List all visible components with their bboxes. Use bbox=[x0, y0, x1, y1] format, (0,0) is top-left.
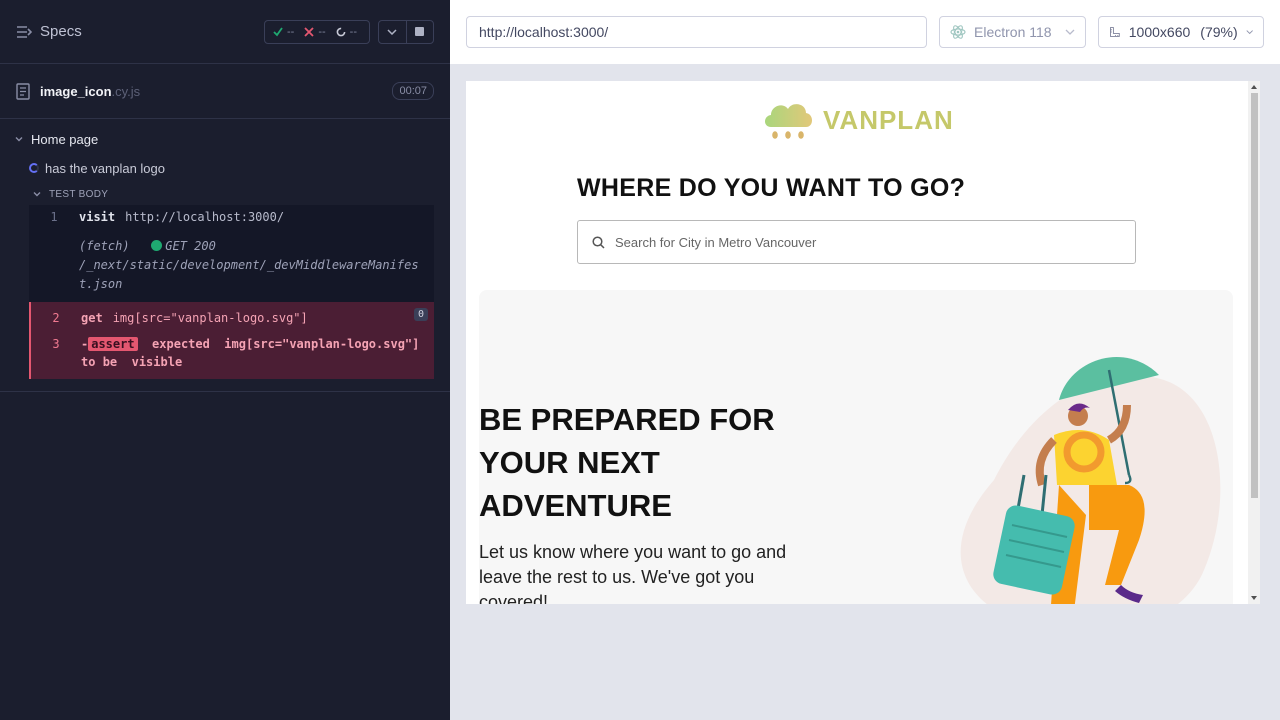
test-body-label: TEST BODY bbox=[49, 188, 109, 200]
spec-file-ext: .cy.js bbox=[111, 83, 141, 99]
check-icon bbox=[273, 26, 283, 36]
status-dot-icon bbox=[151, 240, 163, 251]
chevron-down-icon bbox=[1246, 30, 1253, 35]
suite-title: Home page bbox=[31, 131, 99, 147]
run-duration: 00:07 bbox=[392, 82, 434, 100]
command-row-assert-failed[interactable]: 3 - assert expected img[src="vanplan-logo… bbox=[29, 330, 434, 379]
x-icon bbox=[304, 26, 314, 37]
chevron-down-icon bbox=[33, 192, 41, 197]
scroll-down-arrow-icon[interactable] bbox=[1251, 596, 1257, 600]
command-number: 2 bbox=[52, 311, 60, 325]
assert-badge: assert bbox=[88, 337, 138, 351]
stop-icon bbox=[415, 27, 425, 36]
destination-heading: WHERE DO YOU WANT TO GO? bbox=[577, 174, 966, 202]
command-row-failed[interactable]: 2 get img[src="vanplan-logo.svg"] 0 bbox=[29, 302, 434, 330]
ruler-icon bbox=[1110, 27, 1120, 37]
viewport-size: 1000x660 bbox=[1128, 24, 1191, 40]
failed-count: -- bbox=[318, 25, 326, 38]
page-scrollbar[interactable] bbox=[1248, 81, 1260, 604]
pending-stat: -- bbox=[336, 26, 357, 38]
hero-title: BE PREPARED FOR YOUR NEXT ADVENTURE bbox=[479, 402, 775, 523]
passed-stat: -- bbox=[273, 26, 294, 38]
command-arg: img[src="vanplan-logo.svg"] bbox=[112, 311, 308, 325]
test-body-toggle[interactable]: TEST BODY bbox=[0, 183, 450, 205]
assert-selector: img[src="vanplan-logo.svg"] bbox=[224, 337, 420, 351]
test-row[interactable]: has the vanplan logo bbox=[0, 153, 450, 183]
document-icon bbox=[16, 82, 30, 100]
fetch-method-status: GET 200 bbox=[165, 239, 216, 253]
stats-bar: -- -- -- bbox=[264, 19, 434, 44]
command-number: 1 bbox=[50, 210, 58, 224]
fetch-label: (fetch) bbox=[79, 239, 130, 253]
spec-file-row: image_icon .cy.js 00:07 bbox=[0, 64, 450, 119]
stop-button[interactable] bbox=[407, 21, 434, 43]
viewport-selector[interactable]: 1000x660 (79%) bbox=[1098, 16, 1264, 48]
app-iframe[interactable]: VANPLAN WHERE DO YOU WANT TO GO? Search … bbox=[466, 81, 1260, 604]
failed-stat: -- bbox=[304, 25, 326, 38]
running-spinner-icon bbox=[29, 163, 39, 173]
command-row[interactable]: 1 visit http://localhost:3000/ bbox=[29, 205, 434, 229]
viewport-zoom: (79%) bbox=[1200, 24, 1238, 40]
auto-scroll-button[interactable] bbox=[379, 20, 407, 43]
divider bbox=[0, 391, 450, 392]
command-name: get bbox=[81, 311, 103, 325]
command-log-panel: Specs -- -- -- image_icon .cy.js 00:07 H… bbox=[0, 0, 450, 720]
app-under-test-panel: http://localhost:3000/ Electron 118 1000… bbox=[450, 0, 1280, 720]
chevron-down-icon bbox=[15, 137, 23, 142]
specs-title[interactable]: Specs bbox=[40, 23, 82, 40]
rain-cloud-logo-icon bbox=[765, 104, 812, 139]
assert-be: be bbox=[102, 355, 118, 369]
search-icon bbox=[592, 235, 605, 249]
hero-subtitle: Let us know where you want to go and lea… bbox=[479, 542, 787, 604]
fetch-path: /_next/static/development/_devMiddleware… bbox=[79, 258, 419, 291]
runner-controls bbox=[378, 19, 434, 44]
passed-count: -- bbox=[287, 25, 295, 38]
hero-card: BE PREPARED FOR YOUR NEXT ADVENTURE Let … bbox=[479, 290, 1233, 604]
assert-visible: visible bbox=[131, 355, 183, 369]
test-stats: -- -- -- bbox=[264, 19, 370, 44]
assert-to: to bbox=[81, 355, 96, 369]
specs-header: Specs -- -- -- bbox=[0, 0, 450, 64]
search-placeholder: Search for City in Metro Vancouver bbox=[615, 234, 817, 250]
command-number: 3 bbox=[52, 337, 60, 351]
scroll-up-arrow-icon[interactable] bbox=[1251, 85, 1257, 89]
command-name: visit bbox=[79, 210, 116, 224]
aut-toolbar: http://localhost:3000/ Electron 118 1000… bbox=[450, 0, 1280, 64]
command-arg: http://localhost:3000/ bbox=[125, 210, 285, 224]
url-bar[interactable]: http://localhost:3000/ bbox=[466, 16, 927, 48]
pending-spinner-icon bbox=[336, 27, 346, 36]
electron-icon bbox=[950, 25, 966, 39]
suite: Home page has the vanplan logo TEST BODY… bbox=[0, 119, 450, 392]
test-title: has the vanplan logo bbox=[45, 160, 165, 176]
city-search-input[interactable]: Search for City in Metro Vancouver bbox=[577, 220, 1136, 264]
pending-count: -- bbox=[349, 25, 357, 38]
browser-selector[interactable]: Electron 118 bbox=[939, 16, 1086, 48]
fetch-log-entry[interactable]: (fetch) GET 200 /_next/static/developmen… bbox=[29, 229, 434, 302]
scrollbar-thumb[interactable] bbox=[1251, 93, 1258, 498]
assert-expected: expected bbox=[152, 337, 210, 351]
chevron-down-icon bbox=[1065, 29, 1075, 35]
suite-title-row[interactable]: Home page bbox=[0, 125, 450, 153]
browser-name: Electron 118 bbox=[974, 24, 1052, 40]
chevron-down-icon bbox=[387, 28, 397, 35]
logo-text: VANPLAN bbox=[823, 104, 954, 135]
vanplan-logo[interactable]: VANPLAN bbox=[761, 97, 954, 143]
spec-file-name[interactable]: image_icon bbox=[40, 84, 112, 99]
traveler-umbrella-illustration bbox=[960, 356, 1221, 604]
element-count-badge: 0 bbox=[413, 308, 428, 321]
command-list: 1 visit http://localhost:3000/ (fetch) GE… bbox=[29, 205, 434, 379]
specs-list-icon[interactable] bbox=[16, 25, 32, 39]
